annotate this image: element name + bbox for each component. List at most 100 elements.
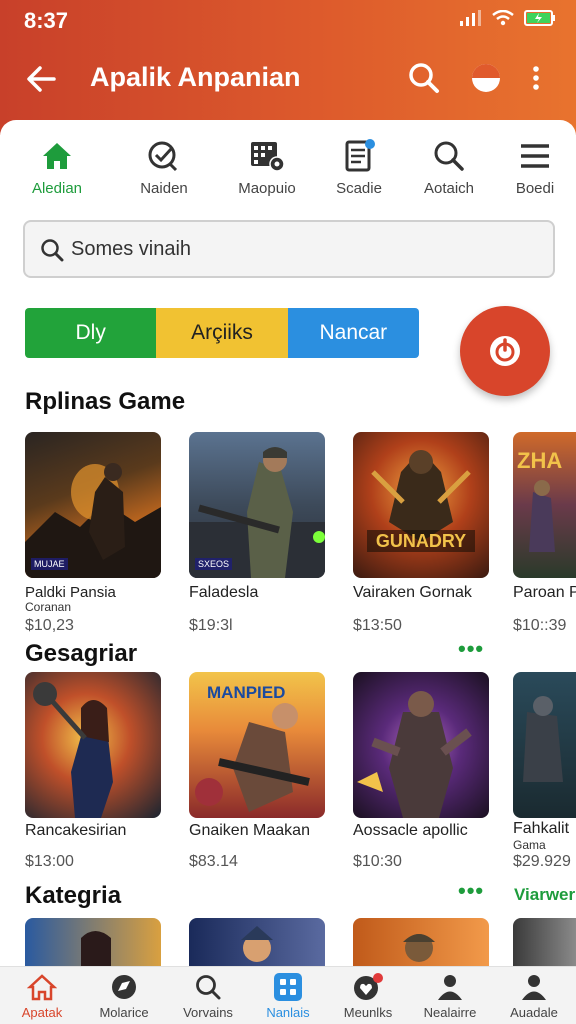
warrior-art-icon: GUNADRY — [367, 450, 475, 552]
soldier-art-icon: MANPIED — [195, 683, 310, 812]
game-price: $10:30 — [353, 853, 402, 870]
game-tile[interactable]: GUNADRY — [353, 432, 489, 578]
game-price: $10,23 — [25, 617, 74, 634]
app-title: Apalik Anpanian — [90, 62, 301, 92]
topnav-label: Scadie — [336, 180, 382, 197]
bottomnav-item-vorvains[interactable]: Vorvains — [166, 973, 250, 1020]
soldier-art-icon — [403, 934, 435, 962]
category-tile[interactable] — [513, 918, 576, 966]
top-nav: Aledian Naiden Maopuio Scadie Aotaich Bo… — [0, 138, 576, 204]
topnav-item-aotaich[interactable]: Aotaich — [404, 138, 494, 197]
bottomnav-label: Meunlks — [343, 1005, 393, 1020]
bottomnav-item-auadale[interactable]: Auadale — [492, 973, 576, 1020]
segment-nancar[interactable]: Nancar — [287, 308, 419, 358]
soldier-art-icon — [25, 463, 161, 578]
search-icon — [196, 975, 221, 1000]
game-badge: SXEOS — [195, 558, 233, 570]
grid-gear-icon — [251, 142, 285, 172]
svg-text:ZHA: ZHA — [517, 448, 562, 473]
floating-action-button[interactable] — [460, 306, 550, 396]
search-icon — [41, 239, 64, 262]
search-icon — [434, 141, 464, 171]
soldier-art-icon — [523, 696, 563, 782]
hero-art-icon — [33, 682, 113, 818]
compass-icon — [112, 975, 136, 999]
menu-icon — [521, 144, 549, 168]
bottom-nav: Apatak Molarice Vorvains Nanlais Meunlks… — [0, 966, 576, 1024]
app-bar: Apalik Anpanian — [0, 52, 576, 104]
power-icon — [490, 336, 520, 366]
game-name: Aossacle apollic — [353, 822, 468, 839]
wifi-icon — [492, 10, 514, 26]
game-tile[interactable] — [25, 672, 161, 818]
warrior-art-icon: ZHA — [517, 448, 562, 552]
bottomnav-item-nealairre[interactable]: Nealairre — [408, 973, 492, 1020]
game-tile[interactable]: MANPIED — [189, 672, 325, 818]
category-tile[interactable] — [25, 918, 161, 966]
game-price: $83.14 — [189, 853, 238, 870]
game-tile[interactable]: ZHA — [513, 432, 576, 578]
more-dots-icon[interactable]: ••• — [458, 878, 484, 904]
topnav-item-maopuio[interactable]: Maopuio — [222, 138, 312, 197]
more-vert-icon[interactable] — [526, 60, 546, 96]
category-tile[interactable] — [353, 918, 489, 966]
topnav-item-boedi[interactable]: Boedi — [490, 138, 576, 197]
signal-icon — [460, 10, 481, 26]
game-name: Faladesla — [189, 584, 259, 601]
segment-arciiks[interactable]: Arçiiks — [156, 308, 288, 358]
warrior-art-icon — [357, 691, 472, 818]
home-icon — [27, 974, 57, 1001]
back-arrow-icon[interactable] — [22, 60, 60, 98]
section-title-gesagriar: Gesagriar — [25, 640, 138, 667]
topnav-item-aledian[interactable]: Aledian — [12, 138, 102, 197]
status-time: 8:37 — [24, 8, 69, 33]
bottomnav-label: Auadale — [510, 1005, 558, 1020]
status-bar: 8:37 — [24, 8, 556, 34]
topnav-item-naiden[interactable]: Naiden — [119, 138, 209, 197]
bottomnav-item-molarice[interactable]: Molarice — [82, 973, 166, 1020]
topnav-label: Aledian — [31, 180, 83, 197]
game-tile[interactable]: SXEOS — [189, 432, 325, 578]
topnav-item-scadie[interactable]: Scadie — [314, 138, 404, 197]
bottomnav-label: Vorvains — [183, 1005, 233, 1020]
bottomnav-item-nanlais[interactable]: Nanlais — [246, 973, 330, 1020]
hero-art-icon — [81, 931, 111, 966]
game-price: $13:50 — [353, 617, 402, 634]
soldier-art-icon — [189, 447, 325, 578]
search-icon[interactable] — [406, 60, 442, 96]
game-name: Fahkalit — [513, 820, 570, 837]
game-tile[interactable]: MUJAE — [25, 432, 161, 578]
game-tile[interactable] — [513, 672, 576, 818]
category-tile[interactable] — [189, 918, 325, 966]
game-price: $19:3l — [189, 617, 233, 634]
profile-toggle-icon[interactable] — [468, 60, 504, 96]
topnav-label: Maopuio — [238, 180, 296, 197]
document-icon — [345, 139, 375, 172]
heart-icon — [354, 973, 383, 1000]
bottomnav-label: Molarice — [99, 1005, 149, 1020]
game-tile[interactable] — [353, 672, 489, 818]
game-price: $13:00 — [25, 853, 74, 870]
svg-text:GUNADRY: GUNADRY — [376, 531, 466, 551]
app-header: 8:37 Apalik Anpanian — [0, 0, 576, 135]
segmented-control: Dly Arçiiks Nancar — [25, 308, 419, 358]
view-all-link[interactable]: Viarwer — [514, 885, 575, 905]
bottomnav-item-meunlks[interactable]: Meunlks — [326, 973, 410, 1020]
bottomnav-label: Apatak — [21, 1005, 63, 1020]
game-price: $29.929 — [513, 853, 571, 870]
segment-dly[interactable]: Dly — [25, 308, 157, 358]
bottomnav-item-apatak[interactable]: Apatak — [0, 973, 84, 1020]
search-input[interactable]: Somes vinaih — [23, 220, 555, 278]
game-subtitle: Gama — [513, 838, 546, 852]
topnav-label: Naiden — [140, 180, 188, 197]
section-title-kategria: Kategria — [25, 882, 122, 909]
game-name: Gnaiken Maakan — [189, 822, 310, 839]
account-icon — [522, 975, 546, 1000]
game-name: Rancakesirian — [25, 822, 127, 839]
topnav-label: Boedi — [515, 180, 555, 197]
home-icon — [43, 143, 71, 169]
more-dots-icon[interactable]: ••• — [458, 636, 484, 662]
section-title-rplinas: Rplinas Game — [25, 388, 186, 415]
game-subtitle: Coranan — [25, 600, 72, 614]
bottomnav-label: Nanlais — [266, 1005, 310, 1020]
